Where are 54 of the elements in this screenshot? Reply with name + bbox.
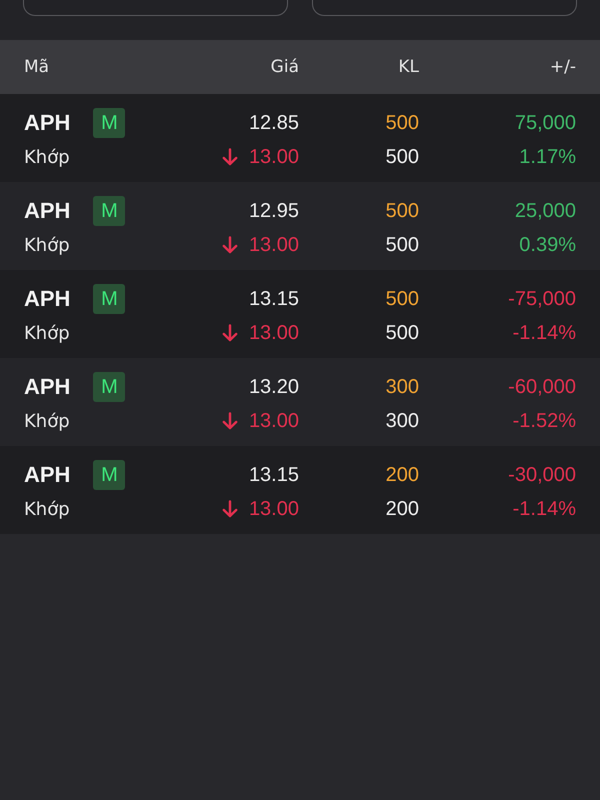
- order-status: Khớp: [24, 498, 70, 520]
- price-cell: 12.95: [248, 200, 299, 222]
- ticker-symbol: APH: [24, 198, 70, 224]
- order-status: Khớp: [24, 234, 70, 256]
- price-cell: 12.85: [248, 112, 299, 134]
- volume-cell: 500: [386, 200, 419, 222]
- match-volume: 500: [386, 146, 419, 168]
- market-badge: M: [93, 284, 126, 314]
- volume-cell: 200: [386, 464, 419, 486]
- market-badge: M: [93, 196, 126, 226]
- match-volume: 200: [386, 498, 419, 520]
- match-price: 13.00: [248, 498, 299, 520]
- match-price: 13.00: [248, 410, 299, 432]
- column-header: Giá: [270, 57, 299, 77]
- change-value: -60,000: [508, 376, 576, 398]
- change-percent: -1.14%: [512, 322, 576, 344]
- change-percent: -1.14%: [512, 498, 576, 520]
- tab-button[interactable]: [23, 0, 288, 16]
- change-percent: 0.39%: [519, 234, 576, 256]
- quote-row[interactable]: APH M 12.85 500 75,000 Khớp 13.00 500 1.17%: [0, 94, 600, 182]
- price-cell: 13.15: [248, 288, 299, 310]
- match-volume: 500: [386, 234, 419, 256]
- change-value: 25,000: [514, 200, 576, 222]
- price-cell: 13.15: [248, 464, 299, 486]
- order-status: Khớp: [24, 146, 70, 168]
- match-price: 13.00: [248, 146, 299, 168]
- change-value: 75,000: [514, 112, 576, 134]
- order-status: Khớp: [24, 410, 70, 432]
- market-badge: M: [93, 108, 126, 138]
- quote-row[interactable]: APH M 13.15 200 -30,000 Khớp 13.00 200 -1.14%: [0, 446, 600, 534]
- change-value: -30,000: [508, 464, 576, 486]
- tab-button[interactable]: [312, 0, 577, 16]
- quote-row[interactable]: APH M 13.15 500 -75,000 Khớp 13.00 500 -1.14%: [0, 270, 600, 358]
- change-percent: -1.52%: [512, 410, 576, 432]
- market-badge: M: [93, 460, 126, 490]
- change-percent: 1.17%: [519, 146, 576, 168]
- ticker-symbol: APH: [24, 110, 70, 136]
- match-volume: 500: [386, 322, 419, 344]
- match-price: 13.00: [248, 234, 299, 256]
- column-header: Mã: [24, 57, 50, 77]
- volume-cell: 300: [386, 376, 419, 398]
- match-price: 13.00: [248, 322, 299, 344]
- column-header: +/-: [550, 57, 576, 77]
- column-header: KL: [398, 57, 419, 77]
- volume-cell: 500: [386, 112, 419, 134]
- ticker-symbol: APH: [24, 462, 70, 488]
- change-value: -75,000: [508, 288, 576, 310]
- ticker-symbol: APH: [24, 374, 70, 400]
- market-badge: M: [93, 372, 126, 402]
- order-status: Khớp: [24, 322, 70, 344]
- volume-cell: 500: [386, 288, 419, 310]
- match-volume: 300: [386, 410, 419, 432]
- ticker-symbol: APH: [24, 286, 70, 312]
- price-cell: 13.20: [248, 376, 299, 398]
